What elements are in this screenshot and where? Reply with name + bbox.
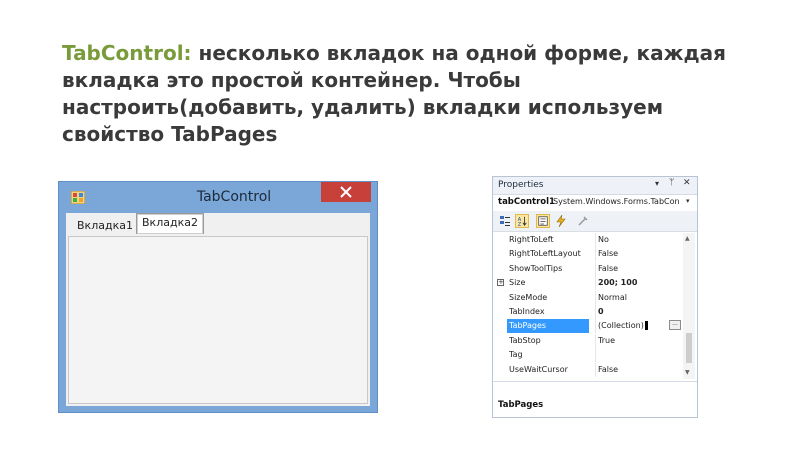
- property-value[interactable]: Normal: [595, 290, 683, 305]
- property-row[interactable]: TabPages (Collection)...: [493, 319, 683, 334]
- collection-editor-button[interactable]: ...: [669, 320, 681, 331]
- properties-toolbar: A Z: [493, 211, 697, 232]
- categorized-icon[interactable]: [498, 214, 512, 228]
- property-name: TabIndex: [509, 307, 545, 316]
- property-value[interactable]: False: [595, 362, 683, 377]
- properties-panel: Properties ▾ ᛘ ✕ tabControl1 System.Wind…: [492, 176, 698, 418]
- chevron-down-icon[interactable]: ▾: [686, 197, 690, 205]
- property-grid-scrollbar[interactable]: ▲ ▼: [683, 233, 695, 379]
- close-button[interactable]: [321, 182, 371, 202]
- properties-title: Properties: [498, 180, 544, 190]
- tab-page-body: [68, 236, 368, 404]
- object-selector[interactable]: tabControl1 System.Windows.Forms.TabCon …: [493, 194, 697, 212]
- alphabetical-icon[interactable]: A Z: [515, 214, 529, 228]
- form-title: TabControl: [196, 189, 272, 205]
- form-client-area: Вкладка1 Вкладка2: [66, 213, 370, 406]
- property-row[interactable]: RightToLeft No: [493, 233, 683, 247]
- properties-icon[interactable]: [536, 214, 550, 228]
- property-name: RightToLeft: [509, 235, 554, 244]
- dropdown-icon[interactable]: ▾: [655, 179, 659, 188]
- slide-heading: TabControl: несколько вкладок на одной ф…: [62, 40, 762, 148]
- heading-highlight: TabControl:: [62, 41, 192, 65]
- property-row[interactable]: + Size 200; 100: [493, 276, 683, 291]
- property-row[interactable]: TabStop True: [493, 333, 683, 348]
- property-value[interactable]: No: [595, 233, 683, 247]
- property-row[interactable]: ShowToolTips False: [493, 261, 683, 276]
- object-type: System.Windows.Forms.TabCon: [553, 197, 680, 206]
- property-value-text: 0: [598, 307, 604, 316]
- property-value-text: 200; 100: [598, 278, 638, 288]
- property-name: TabPages: [507, 319, 589, 334]
- property-value-text: (Collection): [598, 321, 644, 331]
- close-icon[interactable]: ✕: [683, 178, 691, 188]
- svg-text:Z: Z: [518, 222, 522, 228]
- properties-titlebar: Properties ▾ ᛘ ✕: [493, 177, 697, 195]
- property-value[interactable]: [595, 348, 683, 363]
- object-name: tabControl1: [498, 197, 555, 207]
- property-value-text: True: [598, 335, 615, 345]
- property-name: SizeMode: [509, 292, 548, 302]
- property-value-text: False: [598, 263, 619, 273]
- property-pages-icon[interactable]: [576, 214, 590, 228]
- property-name: TabStop: [509, 335, 541, 345]
- property-value-text: No: [598, 235, 609, 244]
- scroll-up-icon[interactable]: ▲: [685, 235, 690, 242]
- tab-vkladka1[interactable]: Вкладка1: [71, 216, 139, 235]
- property-grid: RightToLeft No RightToLeftLayout False ShowT…: [493, 231, 697, 379]
- property-value[interactable]: False: [595, 247, 683, 262]
- description-pane: TabPages: [493, 381, 697, 418]
- events-icon[interactable]: [554, 214, 568, 228]
- app-icon: [71, 191, 85, 204]
- property-name: Size: [509, 278, 526, 288]
- property-value[interactable]: 200; 100: [595, 276, 683, 291]
- expand-icon[interactable]: +: [497, 279, 504, 287]
- scroll-thumb[interactable]: [686, 333, 692, 363]
- tab-vkladka2[interactable]: Вкладка2: [136, 213, 204, 234]
- pin-icon[interactable]: ᛘ: [669, 178, 674, 188]
- description-title: TabPages: [498, 400, 544, 410]
- text-cursor: [644, 321, 648, 331]
- property-name: ShowToolTips: [509, 263, 563, 273]
- tab-strip: Вкладка1 Вкладка2: [68, 213, 368, 237]
- property-name: Tag: [509, 350, 523, 360]
- property-value-text: Normal: [598, 292, 627, 302]
- property-value[interactable]: False: [595, 261, 683, 276]
- property-name: UseWaitCursor: [509, 364, 568, 374]
- property-value-text: False: [598, 249, 619, 259]
- property-row[interactable]: UseWaitCursor False: [493, 362, 683, 377]
- property-row[interactable]: RightToLeftLayout False: [493, 247, 683, 262]
- property-name: RightToLeftLayout: [509, 249, 581, 259]
- scroll-down-icon[interactable]: ▼: [685, 369, 690, 376]
- property-row[interactable]: SizeMode Normal: [493, 290, 683, 305]
- property-value-text: [596, 350, 598, 359]
- close-icon: [340, 186, 352, 198]
- tabcontrol-form-window: TabControl Вкладка1 Вкладка2: [58, 181, 378, 413]
- property-row[interactable]: TabIndex 0: [493, 305, 683, 319]
- property-value-text: False: [598, 364, 619, 374]
- property-value[interactable]: True: [595, 333, 683, 348]
- property-row[interactable]: Tag: [493, 348, 683, 363]
- property-value[interactable]: 0: [595, 305, 683, 319]
